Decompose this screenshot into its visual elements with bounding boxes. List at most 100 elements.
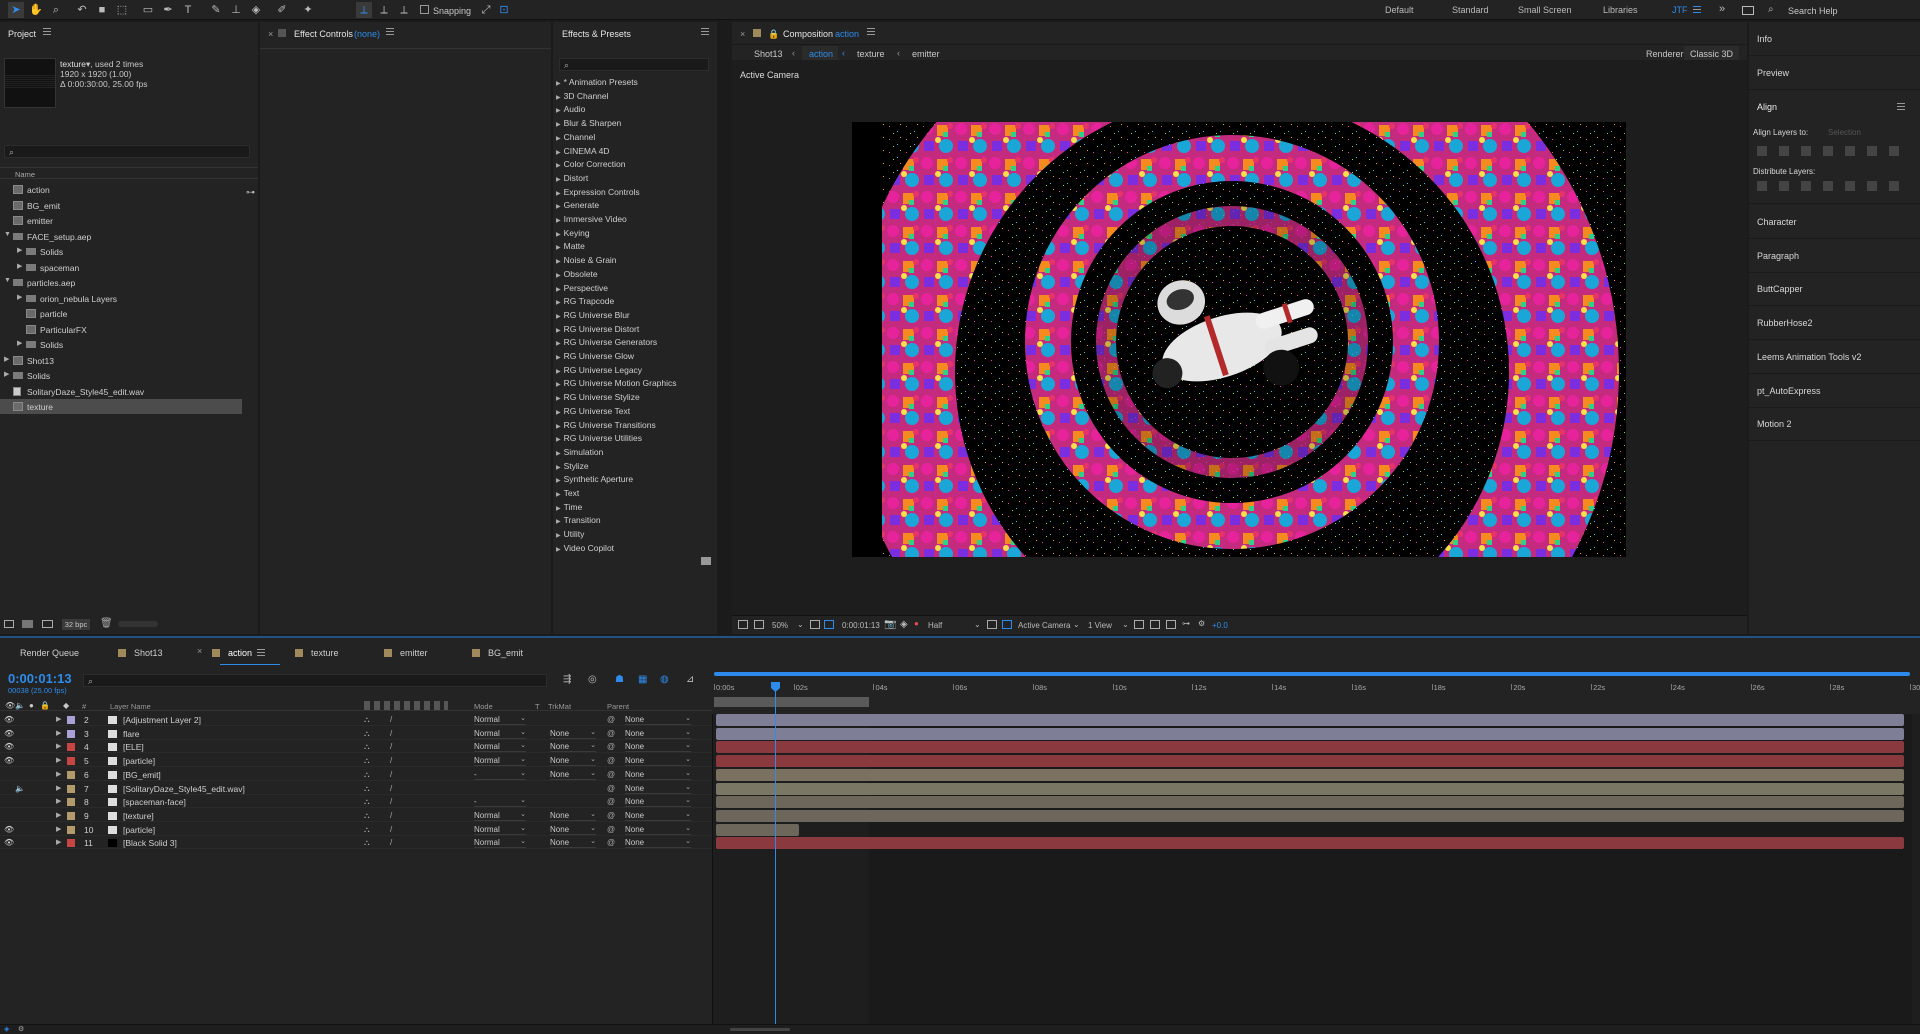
video-toggle-icon[interactable]: 👁 xyxy=(5,701,15,710)
view-axis-icon[interactable]: ⟂ xyxy=(396,2,412,18)
t-column-header[interactable]: T xyxy=(535,702,540,711)
layer-duration-bar[interactable] xyxy=(716,755,1904,768)
quality-switch-icon[interactable]: / xyxy=(390,770,392,779)
table-row[interactable]: 👁 ▶ 5 [particle] ⛬ / @ xyxy=(0,754,712,768)
graph-editor-icon[interactable]: ⊿ xyxy=(686,674,694,685)
pick-whip-icon[interactable]: @ xyxy=(607,715,615,724)
table-row[interactable]: ▶ 9 [texture] ⛬ / @ xyxy=(0,809,712,822)
list-item[interactable]: emitter xyxy=(0,213,258,228)
pick-whip-icon[interactable]: @ xyxy=(607,729,615,738)
composition-title[interactable]: Composition xyxy=(783,29,833,39)
trkmat-column-header[interactable]: TrkMat xyxy=(548,702,571,711)
shy-switch-icon[interactable]: ⛬ xyxy=(364,825,370,835)
pick-whip-icon[interactable]: @ xyxy=(607,797,615,806)
effects-category[interactable]: Text xyxy=(556,488,580,498)
timeline-menu-icon[interactable] xyxy=(257,649,265,656)
solo-toggle-icon[interactable]: ● xyxy=(29,701,34,710)
frame-blending-icon[interactable]: ▦ xyxy=(638,674,647,685)
expand-layer-icon[interactable]: ▶ xyxy=(56,825,61,833)
layer-duration-bar[interactable] xyxy=(716,823,800,836)
effects-category[interactable]: 3D Channel xyxy=(556,91,609,101)
close-icon[interactable]: × xyxy=(268,29,273,39)
clone-stamp-tool-icon[interactable]: ⊥ xyxy=(228,2,244,18)
layer-label-swatch[interactable] xyxy=(67,798,75,807)
breadcrumb-emitter[interactable]: emitter xyxy=(912,49,940,59)
bit-depth-button[interactable]: 32 bpc xyxy=(62,619,90,630)
chevron-right-icon[interactable]: ▶ xyxy=(17,293,22,301)
audio-toggle-icon[interactable]: 🔈 xyxy=(15,701,25,710)
shy-switch-icon[interactable]: ⛬ xyxy=(364,756,370,766)
list-item[interactable]: action xyxy=(0,182,258,197)
effects-category[interactable]: Blur & Sharpen xyxy=(556,118,622,128)
effects-category[interactable]: RG Universe Distort xyxy=(556,324,640,334)
shy-switch-icon[interactable]: ⛬ xyxy=(364,797,370,807)
snapshot-icon[interactable]: 📷 xyxy=(884,619,896,630)
list-item[interactable]: SolitaryDaze_Style45_edit.wav xyxy=(0,384,258,399)
table-row[interactable]: 🔈 ▶ 7 [SolitaryDaze_Style45_edit.wav] ⛬ / @ xyxy=(0,782,712,795)
visibility-eye-icon[interactable]: 👁 xyxy=(4,742,14,751)
tab-action[interactable]: action xyxy=(212,648,252,658)
shy-switch-icon[interactable]: ⛬ xyxy=(364,784,370,794)
list-item[interactable]: BG_emit xyxy=(0,198,258,213)
quality-switch-icon[interactable]: / xyxy=(390,715,392,724)
zoom-slider[interactable] xyxy=(730,1028,790,1031)
effects-category[interactable]: Keying xyxy=(556,228,590,238)
info-panel-tab[interactable]: Info xyxy=(1757,34,1772,44)
pick-whip-icon[interactable]: @ xyxy=(607,756,615,765)
table-row[interactable]: ▶ 6 [BG_emit] ⛬ / @ xyxy=(0,768,712,781)
workspace-small-screen[interactable]: Small Screen xyxy=(1518,5,1572,15)
pick-whip-icon[interactable]: @ xyxy=(607,825,615,834)
lock-icon[interactable] xyxy=(278,29,286,37)
table-row[interactable]: ▶ 8 [spaceman-face] ⛬ / @ xyxy=(0,795,712,809)
chevron-down-icon[interactable]: ⌄ xyxy=(1073,620,1080,629)
new-folder-icon[interactable] xyxy=(22,620,33,628)
workspace-libraries[interactable]: Libraries xyxy=(1603,5,1638,15)
project-menu-icon[interactable] xyxy=(43,28,51,35)
table-row[interactable]: 👁 ▶ 11 [Black Solid 3] ⛬ / @ xyxy=(0,836,712,850)
layer-duration-bar[interactable] xyxy=(716,837,1904,850)
effects-category[interactable]: RG Trapcode xyxy=(556,296,615,306)
workspace-jtf[interactable]: JTF xyxy=(1672,5,1688,15)
align-buttons-row[interactable] xyxy=(1757,146,1907,156)
expand-layer-icon[interactable]: ▶ xyxy=(56,797,61,805)
effects-category[interactable]: RG Universe Utilities xyxy=(556,433,642,443)
quality-switch-icon[interactable]: / xyxy=(390,825,392,834)
quality-switch-icon[interactable]: / xyxy=(390,838,392,847)
fit-icon[interactable] xyxy=(810,620,820,629)
effects-category[interactable]: RG Universe Transitions xyxy=(556,420,656,430)
effects-category[interactable]: RG Universe Stylize xyxy=(556,392,640,402)
list-item[interactable]: ▶ Solids xyxy=(0,244,258,259)
rotate-tool-icon[interactable]: ↶ xyxy=(74,2,90,18)
viewer-timecode[interactable]: 0:00:01:13 xyxy=(842,621,880,630)
expand-layer-icon[interactable]: ▶ xyxy=(56,811,61,819)
work-area-bar[interactable] xyxy=(714,697,870,707)
new-preset-icon[interactable] xyxy=(701,557,711,565)
layer-name[interactable]: [spaceman-face] xyxy=(123,797,186,807)
align-to-dropdown[interactable]: Selection xyxy=(1828,128,1861,137)
time-navigator-bar[interactable] xyxy=(714,672,1910,676)
effects-presets-menu-icon[interactable] xyxy=(701,28,709,35)
layer-name[interactable]: [ELE] xyxy=(123,742,144,752)
playhead-line[interactable] xyxy=(774,682,776,1034)
effects-presets-title[interactable]: Effects & Presets xyxy=(562,29,631,39)
shy-switch-icon[interactable]: ⛬ xyxy=(364,811,370,821)
toggle-pixel-aspect-icon[interactable] xyxy=(1134,620,1144,629)
resolution-dropdown[interactable]: Half xyxy=(928,621,942,630)
tab-emitter[interactable]: emitter xyxy=(384,648,428,658)
align-menu-icon[interactable] xyxy=(1897,103,1905,110)
more-workspaces-icon[interactable]: » xyxy=(1719,3,1725,15)
right-panel-tab[interactable]: pt_AutoExpress xyxy=(1757,386,1821,396)
layer-duration-bar[interactable] xyxy=(716,727,1904,740)
expand-layer-icon[interactable]: ▶ xyxy=(56,715,61,723)
effects-category[interactable]: Simulation xyxy=(556,447,604,457)
layer-duration-bar[interactable] xyxy=(716,796,1904,809)
visibility-eye-icon[interactable]: 👁 xyxy=(4,838,14,847)
quality-switch-icon[interactable]: / xyxy=(390,756,392,765)
view-layout-dropdown[interactable]: 1 View xyxy=(1088,621,1112,630)
hand-tool-icon[interactable]: ✋ xyxy=(28,2,44,18)
list-item[interactable]: ▶ Solids xyxy=(0,368,258,383)
effects-search-input[interactable]: ⌕ xyxy=(559,58,709,71)
layer-label-swatch[interactable] xyxy=(67,757,75,766)
eraser-tool-icon[interactable]: ◈ xyxy=(248,2,264,18)
timeline-icon[interactable] xyxy=(1166,620,1176,629)
